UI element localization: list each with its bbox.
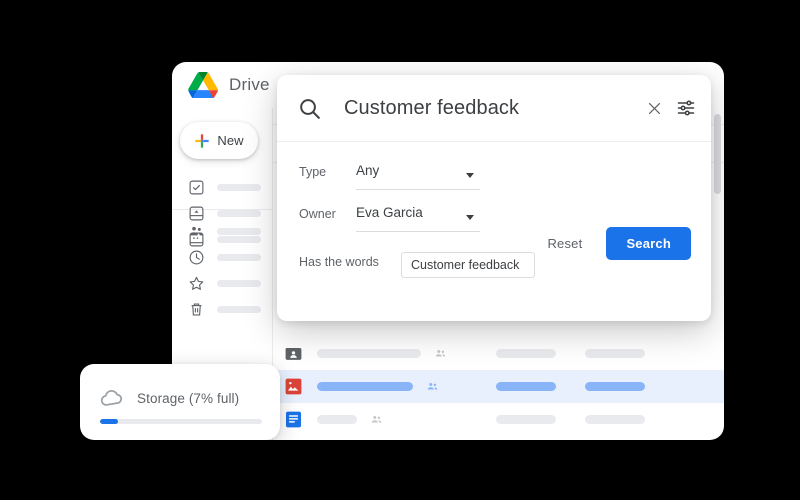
file-list bbox=[273, 337, 724, 436]
table-row[interactable] bbox=[273, 370, 724, 403]
file-meta-placeholder bbox=[585, 349, 645, 358]
search-options-button[interactable] bbox=[664, 95, 696, 121]
sidebar-item-label-placeholder bbox=[217, 209, 261, 217]
reset-button[interactable]: Reset bbox=[535, 228, 594, 259]
file-meta-placeholder bbox=[585, 382, 645, 391]
has-the-words-label: Has the words bbox=[299, 255, 379, 269]
people-icon bbox=[357, 413, 383, 426]
people-shared-icon bbox=[188, 223, 205, 240]
chevron-down-icon bbox=[466, 215, 474, 220]
storage-progress-fill bbox=[100, 419, 118, 424]
file-meta-placeholder bbox=[496, 415, 556, 424]
file-name-placeholder bbox=[317, 349, 421, 358]
search-button[interactable]: Search bbox=[606, 227, 691, 260]
star-outline-icon bbox=[188, 275, 205, 292]
drive-wordmark: Drive bbox=[229, 75, 270, 94]
tune-filter-icon bbox=[664, 98, 696, 118]
chevron-down-icon bbox=[466, 173, 474, 178]
table-row[interactable] bbox=[273, 337, 724, 370]
search-dialog-header: Customer feedback bbox=[277, 75, 711, 142]
google-drive-logo-icon bbox=[188, 72, 218, 98]
storage-label: Storage (7% full) bbox=[137, 390, 240, 406]
scrollbar-track[interactable] bbox=[714, 114, 721, 432]
people-icon bbox=[421, 347, 447, 360]
advanced-search-dialog: Customer feedback Type Any Owner Eva Gar… bbox=[277, 75, 711, 321]
type-select[interactable]: Any bbox=[356, 162, 480, 190]
new-button[interactable]: New bbox=[180, 122, 258, 159]
storage-header: Storage (7% full) bbox=[80, 364, 280, 411]
table-row[interactable] bbox=[273, 403, 724, 436]
plus-icon bbox=[194, 133, 210, 149]
sidebar-item-starred[interactable] bbox=[172, 270, 272, 296]
file-meta-placeholder bbox=[585, 415, 645, 424]
sidebar-item-label-placeholder bbox=[217, 227, 261, 235]
owner-field-label: Owner bbox=[299, 207, 336, 221]
dialog-actions: Reset Search bbox=[535, 227, 691, 260]
sidebar-item-recent[interactable] bbox=[172, 244, 272, 270]
has-the-words-input[interactable] bbox=[401, 252, 535, 278]
cloud-icon bbox=[99, 385, 125, 411]
sidebar-item-label-placeholder bbox=[217, 253, 261, 261]
sidebar-nav-group-secondary bbox=[172, 218, 272, 322]
sidebar-item-label-placeholder bbox=[217, 183, 261, 191]
clock-recent-icon bbox=[188, 249, 205, 266]
file-meta-placeholder bbox=[496, 349, 556, 358]
new-button-label: New bbox=[217, 133, 244, 148]
check-circle-icon bbox=[188, 179, 205, 196]
people-icon bbox=[413, 380, 439, 393]
image-file-icon bbox=[284, 377, 303, 396]
search-dialog-body: Type Any Owner Eva Garcia Has the words … bbox=[277, 142, 711, 278]
file-name-placeholder bbox=[317, 382, 413, 391]
owner-select-value: Eva Garcia bbox=[356, 205, 423, 220]
file-meta-placeholder bbox=[496, 382, 556, 391]
trash-icon bbox=[188, 301, 205, 318]
owner-select[interactable]: Eva Garcia bbox=[356, 204, 480, 232]
file-name-placeholder bbox=[317, 415, 357, 424]
sidebar-item-trash[interactable] bbox=[172, 296, 272, 322]
storage-progress-track bbox=[100, 419, 262, 424]
storage-card: Storage (7% full) bbox=[80, 364, 280, 440]
sidebar-item-label-placeholder bbox=[217, 305, 261, 313]
search-query-text[interactable]: Customer feedback bbox=[344, 97, 641, 120]
sidebar-item-suggested[interactable] bbox=[172, 174, 272, 200]
type-select-value: Any bbox=[356, 163, 380, 178]
shared-folder-icon bbox=[284, 344, 303, 363]
search-icon bbox=[297, 96, 322, 121]
field-row-type: Type Any bbox=[277, 162, 711, 190]
sidebar-item-shared-with-me[interactable] bbox=[172, 218, 272, 244]
scrollbar-thumb[interactable] bbox=[714, 114, 721, 194]
type-field-label: Type bbox=[299, 165, 327, 179]
close-icon bbox=[646, 100, 663, 117]
sidebar-item-label-placeholder bbox=[217, 279, 261, 287]
google-docs-icon bbox=[284, 410, 303, 429]
